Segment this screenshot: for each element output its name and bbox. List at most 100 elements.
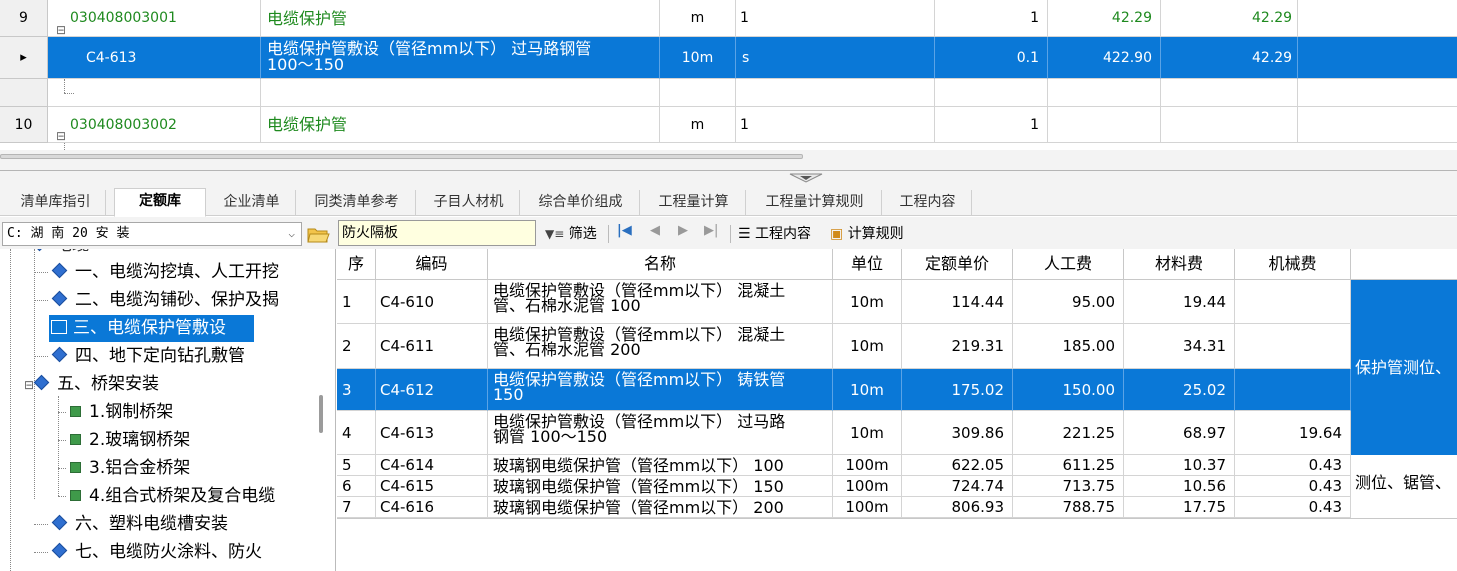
col-header-unit[interactable]: 单位: [833, 249, 902, 280]
library-select[interactable]: C: 湖 南 20 安 装 ⌵: [2, 222, 302, 246]
name-cell[interactable]: 电缆保护管敷设（管径mm以下） 混凝土 管、石棉水泥管 100: [488, 280, 833, 324]
price-cell[interactable]: 219.31: [902, 324, 1013, 369]
empty-cell[interactable]: [736, 79, 935, 107]
tab-work-content[interactable]: 工程内容: [884, 190, 972, 216]
table-row-selected[interactable]: ▸ C4-613 电缆保护管敷设（管径mm以下） 过马路钢管 100～150 1…: [0, 37, 1457, 79]
table-row[interactable]: 1 C4-610 电缆保护管敷设（管径mm以下） 混凝土 管、石棉水泥管 100 …: [337, 280, 1457, 324]
table-row[interactable]: 5 C4-614 玻璃钢电缆保护管（管径mm以下） 100 100m 622.0…: [337, 455, 1457, 476]
name-cell[interactable]: 电缆保护管: [261, 107, 660, 143]
labor-cell[interactable]: 221.25: [1013, 411, 1124, 455]
table-row[interactable]: 6 C4-615 玻璃钢电缆保护管（管径mm以下） 150 100m 724.7…: [337, 476, 1457, 497]
collapse-icon[interactable]: ⊟: [56, 118, 66, 142]
tab-quota-library[interactable]: 定额库: [114, 188, 206, 217]
tab-sub-materials[interactable]: 子目人材机: [418, 190, 520, 216]
tree-node-5-4[interactable]: 4.组合式桥架及复合电缆: [58, 483, 275, 510]
tab-bill-guide[interactable]: 清单库指引: [6, 190, 106, 216]
expr-cell[interactable]: 1: [736, 0, 935, 37]
empty-cell[interactable]: [1298, 107, 1457, 143]
material-cell[interactable]: 19.44: [1124, 280, 1235, 324]
table-row-selected[interactable]: 3 C4-612 电缆保护管敷设（管径mm以下） 铸铁管 150 10m 175.…: [337, 369, 1457, 411]
total-cell[interactable]: 42.29: [1161, 37, 1298, 79]
price-cell[interactable]: 622.05: [902, 455, 1013, 476]
labor-cell[interactable]: 150.00: [1013, 369, 1124, 411]
tab-unit-price[interactable]: 综合单价组成: [522, 190, 640, 216]
material-cell[interactable]: 34.31: [1124, 324, 1235, 369]
col-header-content[interactable]: [1351, 249, 1457, 280]
code-cell[interactable]: C4-615: [376, 476, 488, 497]
table-row[interactable]: 4 C4-613 电缆保护管敷设（管径mm以下） 过马路 钢管 100～150 1…: [337, 411, 1457, 455]
name-cell[interactable]: 玻璃钢电缆保护管（管径mm以下） 150: [488, 476, 833, 497]
unit-cell[interactable]: 100m: [833, 455, 902, 476]
empty-cell[interactable]: [1298, 0, 1457, 37]
tree-node-ch3[interactable]: 三、电缆保护管敷设: [49, 315, 254, 342]
panel-splitter[interactable]: [0, 150, 1457, 186]
table-row[interactable]: 7 C4-616 玻璃钢电缆保护管（管径mm以下） 200 100m 806.9…: [337, 497, 1457, 518]
code-cell[interactable]: C4-610: [376, 280, 488, 324]
next-page-icon[interactable]: ▶: [678, 223, 688, 238]
col-header-labor[interactable]: 人工费: [1013, 249, 1124, 280]
expr-cell[interactable]: s: [736, 37, 935, 79]
empty-cell[interactable]: [1298, 37, 1457, 79]
empty-cell[interactable]: [935, 79, 1048, 107]
tree-node-5-3[interactable]: 3.铝合金桥架: [58, 455, 190, 482]
unit-cell[interactable]: m: [660, 0, 736, 37]
machine-cell[interactable]: 19.64: [1235, 411, 1351, 455]
work-content-button[interactable]: ☰ 工程内容: [738, 223, 811, 243]
code-cell[interactable]: C4-613: [48, 37, 261, 79]
machine-cell[interactable]: 0.43: [1235, 476, 1351, 497]
tree-node-ch2[interactable]: 二、电缆沟铺砂、保护及揭: [34, 287, 279, 314]
price-cell[interactable]: [1048, 107, 1161, 143]
first-page-icon[interactable]: |◀: [617, 223, 632, 238]
unit-cell[interactable]: 100m: [833, 476, 902, 497]
code-cell[interactable]: C4-614: [376, 455, 488, 476]
qty-cell[interactable]: 0.1: [935, 37, 1048, 79]
col-header-price[interactable]: 定额单价: [902, 249, 1013, 280]
col-header-machine[interactable]: 机械费: [1235, 249, 1351, 280]
code-cell[interactable]: ⊟ 030408003001: [48, 0, 261, 37]
folder-icon[interactable]: [306, 223, 330, 245]
code-cell[interactable]: ⊟ 030408003002: [48, 107, 261, 143]
empty-cell[interactable]: [660, 79, 736, 107]
price-cell[interactable]: 806.93: [902, 497, 1013, 518]
table-row[interactable]: 10 ⊟ 030408003002 电缆保护管 m 1 1: [0, 107, 1457, 143]
tab-quantity-calc[interactable]: 工程量计算: [642, 190, 746, 216]
tree-scrollbar-thumb[interactable]: [319, 395, 323, 433]
last-page-icon[interactable]: ▶|: [704, 223, 718, 238]
code-cell[interactable]: C4-613: [376, 411, 488, 455]
work-content-cell[interactable]: 测位、锯管、: [1351, 455, 1457, 510]
unit-cell[interactable]: 10m: [833, 411, 902, 455]
labor-cell[interactable]: 95.00: [1013, 280, 1124, 324]
name-cell[interactable]: 电缆保护管: [261, 0, 660, 37]
collapse-arrow-icon[interactable]: [788, 169, 824, 183]
tree-node-ch7[interactable]: 七、电缆防火涂料、防火: [34, 539, 262, 566]
machine-cell[interactable]: [1235, 369, 1351, 411]
col-header-name[interactable]: 名称: [488, 249, 833, 280]
unit-cell[interactable]: 10m: [833, 324, 902, 369]
machine-cell[interactable]: [1235, 324, 1351, 369]
unit-cell[interactable]: 100m: [833, 497, 902, 518]
unit-cell[interactable]: m: [660, 107, 736, 143]
machine-cell[interactable]: 0.43: [1235, 455, 1351, 476]
unit-cell[interactable]: 10m: [833, 280, 902, 324]
tab-similar-bill[interactable]: 同类清单参考: [298, 190, 416, 216]
table-row[interactable]: [0, 79, 1457, 107]
calc-rule-button[interactable]: ▣ 计算规则: [830, 223, 904, 243]
tree-node-5-1[interactable]: 1.钢制桥架: [58, 399, 173, 426]
tree-node-ch6[interactable]: 六、塑料电缆槽安装: [34, 511, 228, 538]
price-cell[interactable]: 175.02: [902, 369, 1013, 411]
horizontal-scrollbar[interactable]: [0, 154, 803, 159]
tree-node-ch4[interactable]: 四、地下定向钻孔敷管: [34, 343, 245, 370]
qty-cell[interactable]: 1: [935, 107, 1048, 143]
name-cell[interactable]: 电缆保护管敷设（管径mm以下） 过马路钢管 100～150: [488, 411, 833, 455]
material-cell[interactable]: 17.75: [1124, 497, 1235, 518]
col-header-material[interactable]: 材料费: [1124, 249, 1235, 280]
name-cell[interactable]: 电缆保护管敷设（管径mm以下） 铸铁管 150: [488, 369, 833, 411]
collapse-icon[interactable]: ⊟: [24, 378, 34, 392]
machine-cell[interactable]: 0.43: [1235, 497, 1351, 518]
tree-node-ch1[interactable]: 一、电缆沟挖填、人工开挖: [34, 259, 279, 286]
labor-cell[interactable]: 185.00: [1013, 324, 1124, 369]
labor-cell[interactable]: 713.75: [1013, 476, 1124, 497]
name-cell[interactable]: 玻璃钢电缆保护管（管径mm以下） 200: [488, 497, 833, 518]
price-cell[interactable]: 309.86: [902, 411, 1013, 455]
price-cell[interactable]: 422.90: [1048, 37, 1161, 79]
